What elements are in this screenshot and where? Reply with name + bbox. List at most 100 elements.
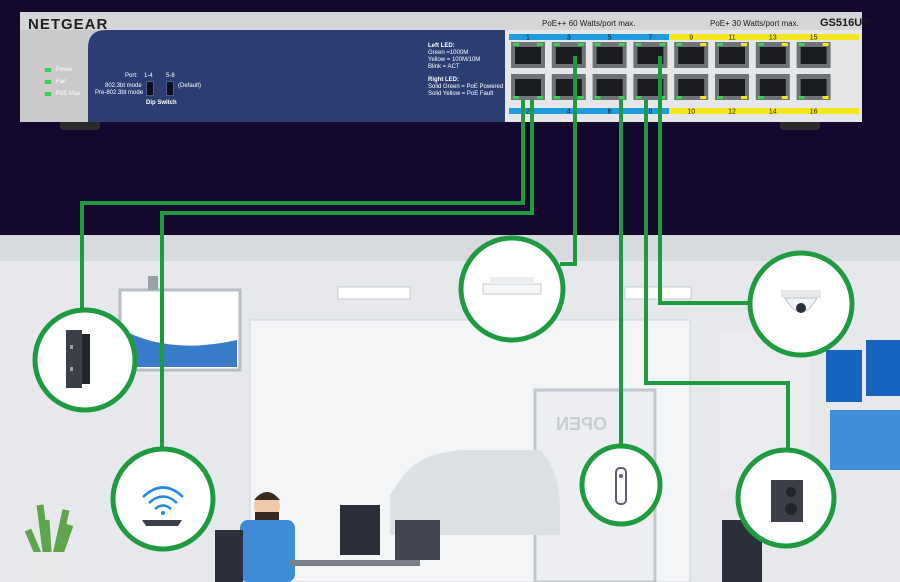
left-led-title: Left LED: <box>428 43 455 49</box>
dome-camera-callout[interactable] <box>747 250 855 358</box>
ethernet-port-5[interactable] <box>592 42 627 68</box>
port-socket <box>759 47 786 64</box>
port-socket <box>596 47 623 64</box>
right-led <box>659 43 666 46</box>
left-led <box>513 96 519 99</box>
port-socket <box>555 47 582 64</box>
left-led <box>635 96 642 99</box>
ethernet-port-2[interactable] <box>511 74 545 100</box>
right-led <box>822 96 829 99</box>
right-led <box>618 43 625 46</box>
led-indicator <box>45 80 51 84</box>
model-number: GS516UP <box>820 17 870 29</box>
right-led <box>700 43 707 46</box>
port-number-top: 15 <box>810 35 818 42</box>
left-led <box>717 43 723 46</box>
ethernet-port-11[interactable] <box>715 42 749 68</box>
port-number-top: 5 <box>608 35 612 42</box>
status-led-power: Power <box>45 64 80 76</box>
port-number-bottom: 10 <box>687 109 695 116</box>
port-socket <box>800 47 827 64</box>
port-socket <box>515 47 541 64</box>
port-number-top: 13 <box>769 35 777 42</box>
poe-plus-plus-band <box>509 34 669 40</box>
right-led-line: Solid Yellow = PoE Fault <box>428 91 494 97</box>
port-socket <box>800 79 827 96</box>
ethernet-port-9[interactable] <box>674 42 709 68</box>
ethernet-port-4[interactable] <box>551 74 586 100</box>
left-led <box>553 96 560 99</box>
ethernet-port-13[interactable] <box>755 42 790 68</box>
right-led <box>700 96 707 99</box>
office-chair <box>215 530 243 582</box>
dip-switch-1-4[interactable] <box>146 81 154 96</box>
left-led <box>757 43 764 46</box>
port-socket <box>719 47 745 64</box>
right-led <box>577 43 584 46</box>
port-number-bottom: 16 <box>810 109 818 116</box>
port-socket <box>515 79 541 96</box>
router-body <box>142 520 182 526</box>
right-led-line: Solid Green = PoE Powered <box>428 84 504 90</box>
right-led <box>537 96 543 99</box>
speaker-callout[interactable] <box>735 447 837 549</box>
ethernet-port-14[interactable] <box>755 74 790 100</box>
door-lock-callout[interactable] <box>579 443 663 527</box>
ethernet-port-6[interactable] <box>592 74 627 100</box>
wall-access-point-callout[interactable] <box>32 307 138 413</box>
desk <box>290 560 420 566</box>
port-number-bottom: 8 <box>648 109 652 116</box>
ethernet-port-10[interactable] <box>674 74 709 100</box>
wifi-router-callout[interactable] <box>110 446 216 552</box>
right-led <box>822 43 829 46</box>
left-led <box>757 96 764 99</box>
ethernet-port-1[interactable] <box>511 42 545 68</box>
port-number-top: 9 <box>689 35 693 42</box>
ethernet-port-7[interactable] <box>633 42 668 68</box>
port-number-bottom: 2 <box>526 109 530 116</box>
left-led <box>717 96 723 99</box>
port-number-top: 11 <box>728 35 735 42</box>
ethernet-port-8[interactable] <box>633 74 668 100</box>
door-sign: OPEN <box>556 414 607 434</box>
dip-switch-5-8[interactable] <box>166 81 174 96</box>
left-led <box>798 96 805 99</box>
right-led <box>618 96 625 99</box>
left-led <box>676 96 683 99</box>
ceiling-ap-icon <box>482 277 542 295</box>
port-number-bottom: 6 <box>608 109 612 116</box>
brand-logo: NETGEAR <box>28 16 109 33</box>
monitor <box>340 505 380 555</box>
led-indicator <box>45 68 51 72</box>
dip-default-label: (Default) <box>178 83 202 89</box>
left-led <box>594 96 601 99</box>
left-led <box>513 43 519 46</box>
ethernet-port-16[interactable] <box>796 74 831 100</box>
window-pane <box>866 340 900 396</box>
port-number-top: 1 <box>526 35 530 42</box>
port-number-bottom: 12 <box>728 109 736 116</box>
left-led-line: Blink = ACT <box>428 64 460 70</box>
ethernet-port-3[interactable] <box>551 42 586 68</box>
right-led <box>577 96 584 99</box>
ethernet-port-15[interactable] <box>796 42 831 68</box>
dip-mode-bt: 802.3bt mode <box>105 83 142 89</box>
status-led-poe-max: PoE Max <box>45 88 80 100</box>
poe-plus-label: PoE+ 30 Watts/port max. <box>710 19 799 28</box>
right-led <box>741 96 747 99</box>
led-legend: Left LED: Green =1000M Yellow = 100M/10M… <box>428 43 503 98</box>
right-led <box>781 96 788 99</box>
ceiling-access-point-callout[interactable] <box>458 235 566 343</box>
port-socket <box>678 47 705 64</box>
dip-mode-pre-bt: Pre-802.3bt mode <box>95 90 144 96</box>
poe-plus-band <box>669 34 859 40</box>
poe-plus-plus-label: PoE++ 60 Watts/port max. <box>542 19 636 28</box>
dip-port-5-8: 5-8 <box>166 73 175 79</box>
port-number-top: 7 <box>648 35 652 42</box>
status-led-list: Power Fan PoE Max <box>45 64 80 100</box>
led-indicator <box>45 92 51 96</box>
ethernet-port-12[interactable] <box>715 74 749 100</box>
port-number-top: 3 <box>567 35 571 42</box>
left-led <box>635 43 642 46</box>
port-socket <box>759 79 786 96</box>
